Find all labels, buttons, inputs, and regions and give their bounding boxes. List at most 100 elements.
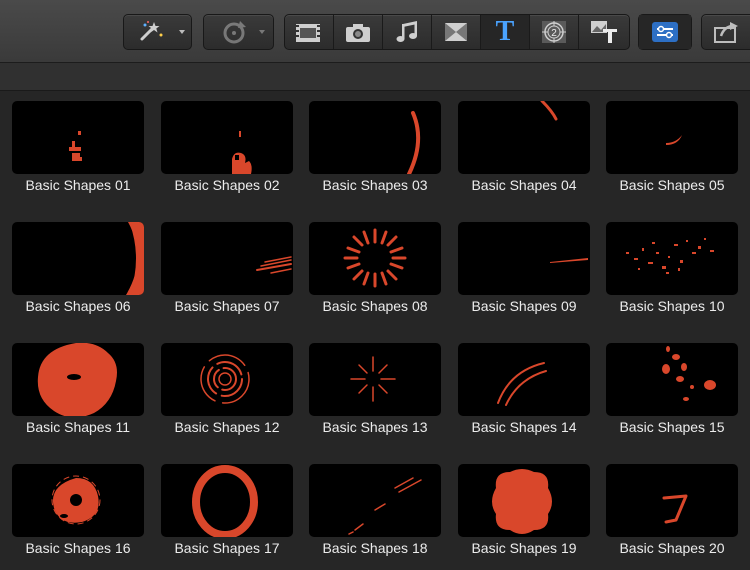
generators-button[interactable]: 2 xyxy=(530,15,579,49)
shape-preview xyxy=(256,256,292,274)
titles-icon: T xyxy=(495,16,515,47)
shape-preview xyxy=(492,469,552,534)
shape-preview xyxy=(662,494,688,524)
shape-preview xyxy=(200,354,250,404)
title-item[interactable]: Basic Shapes 19 xyxy=(458,454,590,556)
thumbnail xyxy=(309,464,441,537)
magic-wand-icon xyxy=(140,21,185,41)
thumbnail xyxy=(12,101,144,174)
thumbnail xyxy=(161,343,293,416)
title-item[interactable]: Basic Shapes 14 xyxy=(458,333,590,435)
share-button[interactable] xyxy=(702,15,750,49)
thumbnail xyxy=(458,222,590,295)
shape-preview xyxy=(407,111,421,174)
thumbnail xyxy=(458,101,590,174)
thumbnail xyxy=(458,464,590,537)
title-item[interactable]: Basic Shapes 08 xyxy=(309,212,441,314)
title-item[interactable]: Basic Shapes 20 xyxy=(606,454,738,556)
title-label: Basic Shapes 08 xyxy=(322,298,428,314)
title-item[interactable]: Basic Shapes 06 xyxy=(12,212,144,314)
themes-icon xyxy=(591,21,617,43)
title-label: Basic Shapes 11 xyxy=(25,419,131,435)
thumbnail xyxy=(12,343,144,416)
title-item[interactable]: Basic Shapes 02 xyxy=(161,91,293,193)
shape-preview xyxy=(343,228,407,288)
shape-preview xyxy=(497,362,547,406)
title-label: Basic Shapes 10 xyxy=(619,298,725,314)
thumbnail xyxy=(606,222,738,295)
browser-header-strip xyxy=(0,63,750,91)
title-item[interactable]: Basic Shapes 13 xyxy=(309,333,441,435)
thumbnail xyxy=(458,343,590,416)
title-label: Basic Shapes 09 xyxy=(471,298,577,314)
inspector-group xyxy=(638,14,692,50)
chevron-down-icon xyxy=(178,30,185,34)
title-label: Basic Shapes 15 xyxy=(619,419,725,435)
titles-button[interactable]: T xyxy=(481,15,530,49)
title-item[interactable]: Basic Shapes 10 xyxy=(606,212,738,314)
title-label: Basic Shapes 07 xyxy=(174,298,280,314)
shape-preview xyxy=(348,477,422,535)
shape-preview xyxy=(69,131,82,161)
thumbnail xyxy=(12,464,144,537)
title-item[interactable]: Basic Shapes 17 xyxy=(161,454,293,556)
title-item[interactable]: Basic Shapes 03 xyxy=(309,91,441,193)
title-label: Basic Shapes 13 xyxy=(322,419,428,435)
thumbnail xyxy=(309,222,441,295)
chevron-down-icon xyxy=(258,30,265,34)
inspector-toggle-icon xyxy=(652,22,678,42)
title-label: Basic Shapes 04 xyxy=(471,177,577,193)
film-strip-button[interactable] xyxy=(285,15,334,49)
transitions-button[interactable] xyxy=(432,15,481,49)
shape-preview xyxy=(662,346,716,401)
title-item[interactable]: Basic Shapes 11 xyxy=(12,333,144,435)
film-strip-icon xyxy=(296,24,320,42)
magic-wand-button[interactable] xyxy=(124,15,191,49)
camera-icon xyxy=(346,24,370,42)
title-item[interactable]: Basic Shapes 12 xyxy=(161,333,293,435)
music-note-icon xyxy=(396,21,417,42)
thumbnail xyxy=(161,101,293,174)
title-item[interactable]: Basic Shapes 05 xyxy=(606,91,738,193)
title-item[interactable]: Basic Shapes 07 xyxy=(161,212,293,314)
thumbnail xyxy=(606,101,738,174)
title-label: Basic Shapes 02 xyxy=(174,177,280,193)
themes-button[interactable] xyxy=(579,15,629,49)
shape-preview xyxy=(37,343,117,416)
title-label: Basic Shapes 03 xyxy=(322,177,428,193)
camera-button[interactable] xyxy=(334,15,383,49)
thumbnail xyxy=(161,222,293,295)
title-item[interactable]: Basic Shapes 15 xyxy=(606,333,738,435)
thumbnail xyxy=(606,464,738,537)
shape-preview xyxy=(550,258,588,263)
retime-icon xyxy=(223,21,265,44)
thumbnail xyxy=(12,222,144,295)
title-label: Basic Shapes 18 xyxy=(322,540,428,556)
title-label: Basic Shapes 19 xyxy=(471,540,577,556)
inspector-toggle-button[interactable] xyxy=(639,15,691,49)
generators-icon: 2 xyxy=(542,21,566,43)
thumbnail xyxy=(309,343,441,416)
title-label: Basic Shapes 12 xyxy=(174,419,280,435)
title-label: Basic Shapes 01 xyxy=(25,177,131,193)
retime-button[interactable] xyxy=(204,15,273,49)
title-label: Basic Shapes 06 xyxy=(25,298,131,314)
thumbnail xyxy=(161,464,293,537)
shape-preview xyxy=(192,465,258,537)
title-item[interactable]: Basic Shapes 01 xyxy=(12,91,144,193)
title-item[interactable]: Basic Shapes 16 xyxy=(12,454,144,556)
transitions-icon xyxy=(445,23,467,41)
title-label: Basic Shapes 17 xyxy=(174,540,280,556)
share-icon xyxy=(714,22,738,43)
title-label: Basic Shapes 16 xyxy=(25,540,131,556)
shape-preview xyxy=(666,135,682,145)
titles-browser-grid: Basic Shapes 01 Basic Shapes 02 Basic Sh… xyxy=(0,91,750,570)
thumbnail xyxy=(309,101,441,174)
title-item[interactable]: Basic Shapes 18 xyxy=(309,454,441,556)
title-item[interactable]: Basic Shapes 04 xyxy=(458,91,590,193)
music-button[interactable] xyxy=(383,15,432,49)
title-item[interactable]: Basic Shapes 09 xyxy=(458,212,590,314)
browsers-group: T 2 xyxy=(284,14,630,50)
title-label: Basic Shapes 05 xyxy=(619,177,725,193)
title-label: Basic Shapes 14 xyxy=(471,419,577,435)
